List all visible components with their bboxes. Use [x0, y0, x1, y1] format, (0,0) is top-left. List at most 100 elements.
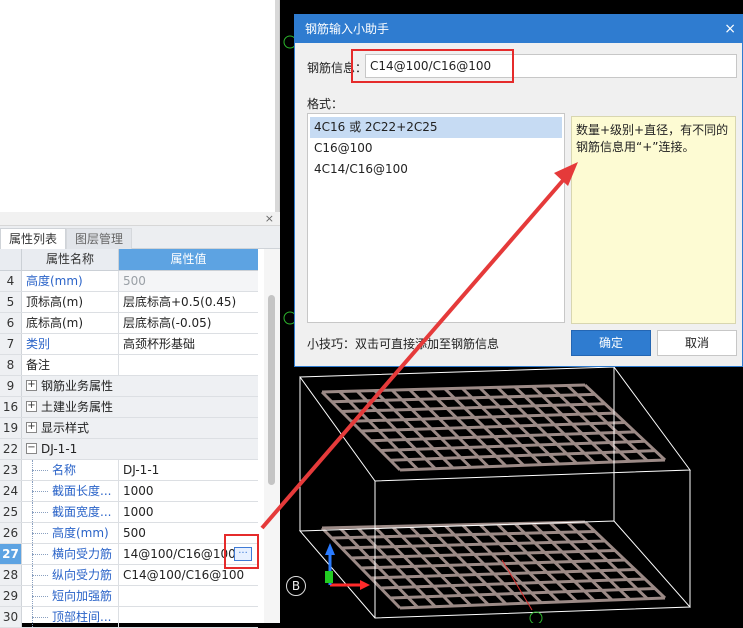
rebar-bar — [380, 577, 646, 590]
group-label: 显示样式 — [41, 421, 90, 435]
rebar-bar — [360, 558, 626, 570]
tab-property-list[interactable]: 属性列表 — [0, 228, 67, 249]
group-label: 土建业务属性 — [41, 400, 114, 414]
row-number: 29 — [0, 586, 22, 606]
rebar-bar — [341, 402, 606, 413]
table-row-selected[interactable]: 27 横向受力筋 14@100/C16@100 ··· — [0, 544, 258, 565]
row-number: 19 — [0, 418, 22, 438]
table-row[interactable]: 29 短向加强筋 — [0, 586, 258, 607]
rebar-bar — [341, 539, 606, 550]
format-item[interactable]: 4C14/C16@100 — [310, 159, 562, 180]
rebar-bar — [321, 383, 586, 394]
axis-label-b: B — [286, 576, 306, 596]
format-label: 格式： — [307, 97, 344, 111]
header-row-number — [0, 249, 22, 271]
table-row[interactable]: 6 底标高(m) 层底标高(-0.05) — [0, 313, 258, 334]
table-row[interactable]: 25 截面宽度... 1000 — [0, 502, 258, 523]
row-number: 8 — [0, 355, 22, 375]
rebar-bar — [390, 587, 656, 600]
dialog-title: 钢筋输入小助手 — [295, 15, 742, 43]
table-row[interactable]: 8 备注 — [0, 355, 258, 376]
rebar-bar — [331, 530, 596, 540]
row-number: 27 — [0, 544, 22, 564]
table-row[interactable]: 7 类别 高颈杯形基础 — [0, 334, 258, 355]
property-value[interactable]: 层底标高(-0.05) — [119, 313, 258, 333]
property-name: 截面长度... — [22, 481, 119, 501]
property-value[interactable]: 1000 — [119, 502, 258, 522]
format-list[interactable]: 4C16 或 2C22+2C25 C16@100 4C14/C16@100 — [307, 113, 565, 323]
row-number: 25 — [0, 502, 22, 522]
property-name: 截面宽度... — [22, 502, 119, 522]
grid-scrollbar-thumb[interactable] — [268, 295, 275, 485]
table-row[interactable]: 28 纵向受力筋 C14@100/C16@100 — [0, 565, 258, 586]
cancel-button[interactable]: 取消 — [657, 330, 737, 356]
property-name: 备注 — [22, 355, 119, 375]
rebar-bar — [370, 430, 636, 443]
panel-close-icon[interactable]: × — [265, 212, 274, 225]
rebar-bar — [351, 411, 616, 423]
group-label: DJ-1-1 — [41, 442, 78, 456]
table-row[interactable]: 5 顶标高(m) 层底标高+0.5(0.45) — [0, 292, 258, 313]
property-value[interactable]: 500 — [119, 271, 258, 291]
ok-button[interactable]: 确定 — [571, 330, 651, 356]
table-row[interactable]: 4 高度(mm) 500 — [0, 271, 258, 292]
expand-icon[interactable]: + — [26, 422, 37, 433]
header-property-value: 属性值 — [119, 249, 258, 271]
table-row-group[interactable]: 22 − DJ-1-1 — [0, 439, 258, 460]
property-value[interactable]: 层底标高+0.5(0.45) — [119, 292, 258, 312]
row-number: 26 — [0, 523, 22, 543]
property-name: 高度(mm) — [22, 523, 119, 543]
property-name: 底标高(m) — [22, 313, 119, 333]
rebar-bar — [331, 392, 596, 404]
group-label: 钢筋业务属性 — [41, 379, 114, 393]
rebar-bar — [370, 568, 636, 580]
table-row-group[interactable]: 19 + 显示样式 — [0, 418, 258, 439]
property-name: 顶部柱间... — [22, 607, 119, 627]
property-name: 顶标高(m) — [22, 292, 119, 312]
grid-scrollbar[interactable] — [264, 249, 280, 623]
row-number: 24 — [0, 481, 22, 501]
table-row[interactable]: 24 截面长度... 1000 — [0, 481, 258, 502]
row-number: 7 — [0, 334, 22, 354]
rebar-input-assistant-dialog: 钢筋输入小助手 × 钢筋信息： C14@100/C16@100 格式： 4C16… — [294, 14, 743, 367]
format-item[interactable]: 4C16 或 2C22+2C25 — [310, 117, 562, 138]
table-row[interactable]: 23 名称 DJ-1-1 — [0, 460, 258, 481]
table-row[interactable]: 30 顶部柱间... — [0, 607, 258, 628]
highlight-box-cell — [224, 534, 259, 569]
group-name: + 显示样式 — [22, 418, 258, 438]
expand-icon[interactable]: + — [26, 401, 37, 412]
format-item[interactable]: C16@100 — [310, 138, 562, 159]
table-row-group[interactable]: 16 + 土建业务属性 — [0, 397, 258, 418]
expand-icon[interactable]: + — [26, 380, 37, 391]
property-name: 短向加强筋 — [22, 586, 119, 606]
highlight-box-input — [351, 49, 514, 83]
property-value[interactable] — [119, 607, 258, 627]
property-value[interactable] — [119, 586, 258, 606]
bottom-rebar-mesh — [320, 520, 667, 610]
dialog-close-icon[interactable]: × — [724, 15, 736, 43]
rebar-bar — [351, 549, 616, 560]
collapse-icon[interactable]: − — [26, 443, 37, 454]
grid-header: 属性名称 属性值 — [0, 249, 258, 271]
rebar-bar — [390, 449, 656, 462]
table-row-group[interactable]: 9 + 钢筋业务属性 — [0, 376, 258, 397]
property-name: 横向受力筋 — [22, 544, 119, 564]
property-value[interactable] — [119, 355, 258, 375]
row-number: 5 — [0, 292, 22, 312]
row-number: 30 — [0, 607, 22, 627]
property-value[interactable]: 高颈杯形基础 — [119, 334, 258, 354]
property-value[interactable]: 1000 — [119, 481, 258, 501]
rebar-bar — [399, 596, 666, 610]
row-number: 23 — [0, 460, 22, 480]
row-number: 6 — [0, 313, 22, 333]
group-name: + 钢筋业务属性 — [22, 376, 258, 396]
table-row[interactable]: 26 高度(mm) 500 — [0, 523, 258, 544]
grid-rows: 4 高度(mm) 500 5 顶标高(m) 层底标高+0.5(0.45) 6 底… — [0, 271, 258, 628]
tab-layer-management[interactable]: 图层管理 — [66, 228, 133, 249]
row-number: 4 — [0, 271, 22, 291]
format-description: 数量+级别+直径，有不同的钢筋信息用“+”连接。 — [571, 116, 736, 324]
drawing-area-scrollbar[interactable] — [275, 0, 279, 212]
property-value[interactable]: DJ-1-1 — [119, 460, 258, 480]
drawing-area — [0, 0, 280, 212]
property-name: 名称 — [22, 460, 119, 480]
